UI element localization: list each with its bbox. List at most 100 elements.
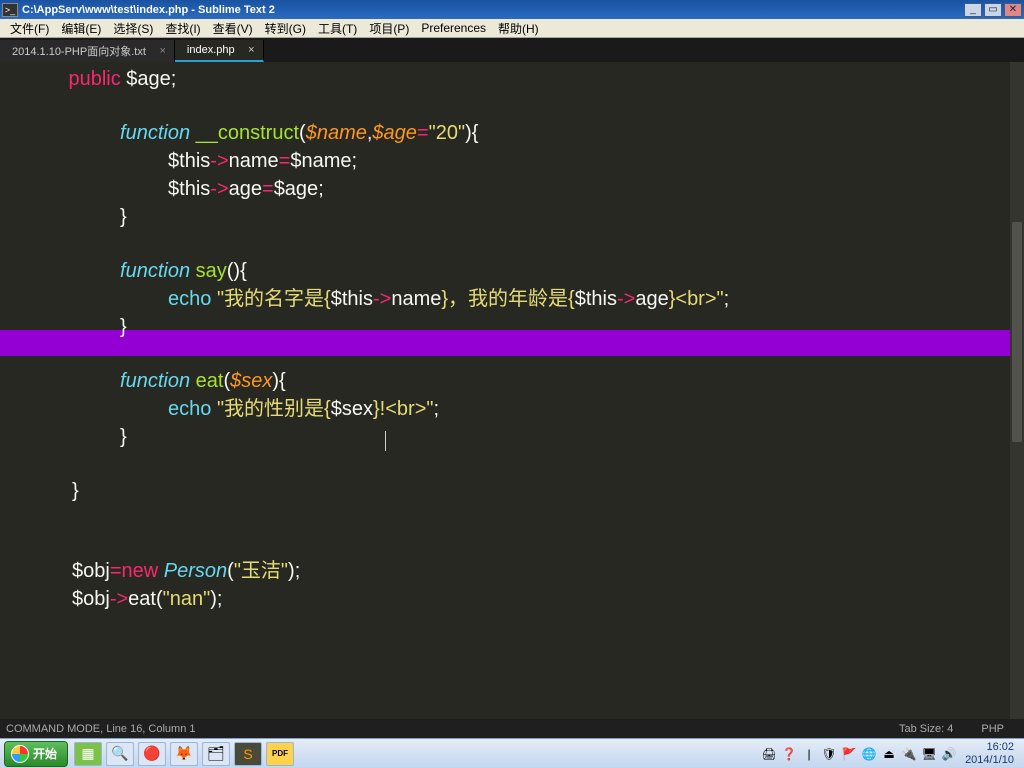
status-tab-size[interactable]: Tab Size: 4 (885, 723, 967, 735)
tray-icon-volume[interactable]: 🔊 (941, 746, 957, 762)
prop-name: name (229, 150, 279, 172)
kw-function: function (120, 122, 190, 144)
tab-label: index.php (187, 44, 235, 56)
var-obj: $obj (72, 588, 110, 610)
menu-find[interactable]: 查找(I) (159, 18, 206, 39)
menu-project[interactable]: 项目(P) (363, 18, 415, 39)
this-ref: $this (331, 288, 373, 310)
arrow-op: -> (617, 288, 635, 310)
clock-date: 2014/1/10 (965, 754, 1014, 767)
this-ref: $this (168, 150, 210, 172)
fn-construct: __construct (190, 122, 299, 144)
clock-time: 16:02 (965, 741, 1014, 754)
tab-close-icon[interactable]: × (248, 44, 254, 56)
class-person: Person (158, 560, 227, 582)
prop-age: age (635, 288, 668, 310)
tray-icon-device[interactable]: 🖨 (761, 746, 777, 762)
param-sex: $sex (230, 370, 272, 392)
tray-clock[interactable]: 16:02 2014/1/10 (959, 741, 1020, 767)
task-icon-magnifier[interactable]: 🔍 (106, 742, 134, 766)
tab-close-icon[interactable]: × (159, 45, 165, 57)
close-button[interactable]: ✕ (1004, 3, 1022, 17)
minimize-button[interactable]: _ (964, 3, 982, 17)
tray-icon-power[interactable]: 🔌 (901, 746, 917, 762)
menu-select[interactable]: 选择(S) (107, 18, 159, 39)
kw-public: public (68, 68, 120, 90)
tray-icon-network[interactable]: 🌐 (861, 746, 877, 762)
arrow-op: -> (373, 288, 391, 310)
var-obj: $obj (72, 560, 110, 582)
str-arg: "nan" (163, 588, 211, 610)
system-tray: 🖨 ❓ | 🛡 🚩 🌐 ⏏ 🔌 🖥 🔊 16:02 2014/1/10 (755, 741, 1024, 767)
var-age: $age (121, 68, 171, 90)
task-icon-firefox[interactable]: 🦊 (170, 742, 198, 766)
var-name: $name (290, 150, 351, 172)
task-icon-app1[interactable]: ▦ (74, 742, 102, 766)
task-icon-pdf[interactable]: PDF (266, 742, 294, 766)
eq-op: = (279, 150, 291, 172)
menu-edit[interactable]: 编辑(E) (55, 18, 107, 39)
kw-new: new (122, 560, 159, 582)
tray-icon-monitor[interactable]: 🖥 (921, 746, 937, 762)
kw-function: function (120, 370, 190, 392)
semi: ; (171, 68, 177, 90)
status-bar: COMMAND MODE, Line 16, Column 1 Tab Size… (0, 719, 1024, 738)
scrollbar-thumb[interactable] (1012, 222, 1022, 442)
tray-icon-flag[interactable]: 🚩 (841, 746, 857, 762)
str-arg: "玉洁" (234, 560, 288, 582)
status-mode-position: COMMAND MODE, Line 16, Column 1 (6, 723, 196, 735)
editor-area[interactable]: public $age; function __construct($name,… (0, 62, 1024, 719)
taskbar: 开始 ▦ 🔍 🔴 🦊 🗂 S PDF 🖨 ❓ | 🛡 🚩 🌐 ⏏ 🔌 🖥 🔊 1… (0, 738, 1024, 768)
task-icon-explorer[interactable]: 🗂 (202, 742, 230, 766)
eq-op: = (262, 178, 274, 200)
prop-age: age (229, 178, 262, 200)
restore-button[interactable]: ▭ (984, 3, 1002, 17)
start-button[interactable]: 开始 (4, 741, 68, 767)
str-seg: }，我的年龄是{ (441, 288, 574, 310)
task-icon-sublime[interactable]: S (234, 742, 262, 766)
str-seg: "我的名字是{ (211, 288, 330, 310)
param-age: $age (372, 122, 417, 144)
method-eat: eat (128, 588, 156, 610)
param-name: $name (306, 122, 367, 144)
windows-orb-icon (11, 745, 29, 763)
tray-icon-usb[interactable]: ⏏ (881, 746, 897, 762)
menu-bar: 文件(F) 编辑(E) 选择(S) 查找(I) 查看(V) 转到(G) 工具(T… (0, 19, 1024, 38)
status-syntax[interactable]: PHP (967, 723, 1018, 735)
str-seg: }<br>" (669, 288, 724, 310)
menu-tools[interactable]: 工具(T) (312, 18, 363, 39)
this-ref: $this (575, 288, 617, 310)
tab-label: 2014.1.10-PHP面向对象.txt (12, 43, 146, 59)
menu-file[interactable]: 文件(F) (4, 18, 55, 39)
text-cursor-icon (385, 431, 386, 451)
tray-divider: | (801, 746, 817, 762)
fn-say: say (190, 260, 227, 282)
tray-icon-help[interactable]: ❓ (781, 746, 797, 762)
str-seg: "我的性别是{ (211, 398, 330, 420)
tab-inactive[interactable]: 2014.1.10-PHP面向对象.txt × (0, 40, 175, 62)
menu-goto[interactable]: 转到(G) (259, 18, 312, 39)
kw-function: function (120, 260, 190, 282)
arrow-op: -> (210, 150, 228, 172)
window-title: C:\AppServ\www\test\index.php - Sublime … (22, 4, 275, 16)
arrow-op: -> (210, 178, 228, 200)
tab-active[interactable]: index.php × (175, 40, 264, 62)
task-icon-colorball[interactable]: 🔴 (138, 742, 166, 766)
prop-name: name (391, 288, 441, 310)
str-seg: }!<br>" (373, 398, 433, 420)
tab-bar: 2014.1.10-PHP面向对象.txt × index.php × (0, 38, 1024, 62)
fn-eat: eat (190, 370, 223, 392)
title-bar: >_ C:\AppServ\www\test\index.php - Subli… (0, 0, 1024, 19)
code-content[interactable]: public $age; function __construct($name,… (0, 62, 1024, 614)
kw-echo: echo (168, 398, 211, 420)
menu-preferences[interactable]: Preferences (415, 19, 492, 37)
menu-view[interactable]: 查看(V) (207, 18, 259, 39)
arrow-op: -> (110, 588, 128, 610)
default-val: "20" (429, 122, 465, 144)
kw-echo: echo (168, 288, 211, 310)
menu-help[interactable]: 帮助(H) (492, 18, 545, 39)
tray-icon-shield[interactable]: 🛡 (821, 746, 837, 762)
vertical-scrollbar[interactable] (1010, 62, 1024, 719)
var-age: $age (274, 178, 319, 200)
this-ref: $this (168, 178, 210, 200)
